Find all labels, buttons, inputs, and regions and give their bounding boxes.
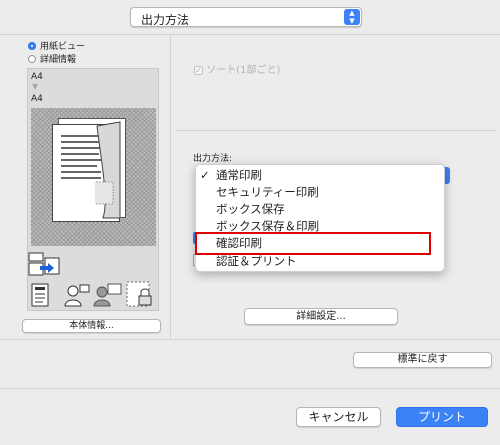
paper-size-to: A4 bbox=[31, 94, 43, 104]
menu-item-box-save[interactable]: ボックス保存 bbox=[196, 201, 444, 217]
radio-details[interactable]: 詳細情報 bbox=[28, 52, 76, 65]
highlight-box bbox=[195, 232, 431, 255]
vertical-divider bbox=[170, 34, 171, 338]
output-method-label: 出力方法: bbox=[193, 154, 233, 164]
output-select-popup[interactable]: 出力方法 ▲ ▼ bbox=[130, 7, 362, 27]
radio-paper-view[interactable]: 用紙ビュー bbox=[28, 39, 85, 52]
paper-size-from: A4 bbox=[31, 72, 43, 82]
output-select-label: 出力方法 bbox=[141, 13, 190, 27]
checkbox-icon: ✓ bbox=[194, 65, 203, 75]
popup-stepper-icon: ▲ ▼ bbox=[344, 9, 360, 25]
paper-arrow-icon: ▼ bbox=[32, 82, 39, 91]
checkmark-icon: ✓ bbox=[200, 168, 210, 182]
cancel-button[interactable]: キャンセル bbox=[296, 407, 381, 427]
menu-item-auth-print[interactable]: 認証＆プリント bbox=[196, 253, 444, 269]
page-curl-icon bbox=[95, 121, 121, 219]
user-auth-icon bbox=[64, 284, 90, 307]
sort-label: ソート(1部ごと) bbox=[206, 65, 281, 76]
detail-settings-button[interactable]: 詳細設定... bbox=[244, 308, 398, 325]
middle-divider bbox=[0, 339, 500, 340]
menu-item-normal-print[interactable]: ✓ 通常印刷 bbox=[196, 167, 444, 183]
document-icon bbox=[31, 283, 49, 307]
reset-defaults-button[interactable]: 標準に戻す bbox=[353, 352, 492, 368]
sort-checkbox[interactable]: ✓ ソート(1部ごと) bbox=[194, 61, 280, 76]
menu-item-secure-print[interactable]: セキュリティー印刷 bbox=[196, 184, 444, 200]
multi-page-icon bbox=[28, 252, 60, 276]
radio-paper-view-label: 用紙ビュー bbox=[40, 42, 86, 52]
radio-selected-icon bbox=[28, 41, 36, 50]
output-method-menu[interactable]: ✓ 通常印刷 セキュリティー印刷 ボックス保存 ボックス保存＆印刷 確認印刷 認… bbox=[195, 164, 445, 272]
device-info-button[interactable]: 本体情報... bbox=[22, 319, 161, 333]
stamp-lock-icon bbox=[126, 281, 152, 307]
radio-details-label: 詳細情報 bbox=[40, 55, 77, 65]
print-button[interactable]: プリント bbox=[396, 407, 488, 427]
account-track-icon bbox=[93, 283, 122, 307]
section-divider bbox=[176, 130, 496, 131]
radio-unselected-icon bbox=[28, 54, 36, 63]
top-divider bbox=[0, 34, 500, 35]
footer-divider bbox=[0, 388, 500, 389]
